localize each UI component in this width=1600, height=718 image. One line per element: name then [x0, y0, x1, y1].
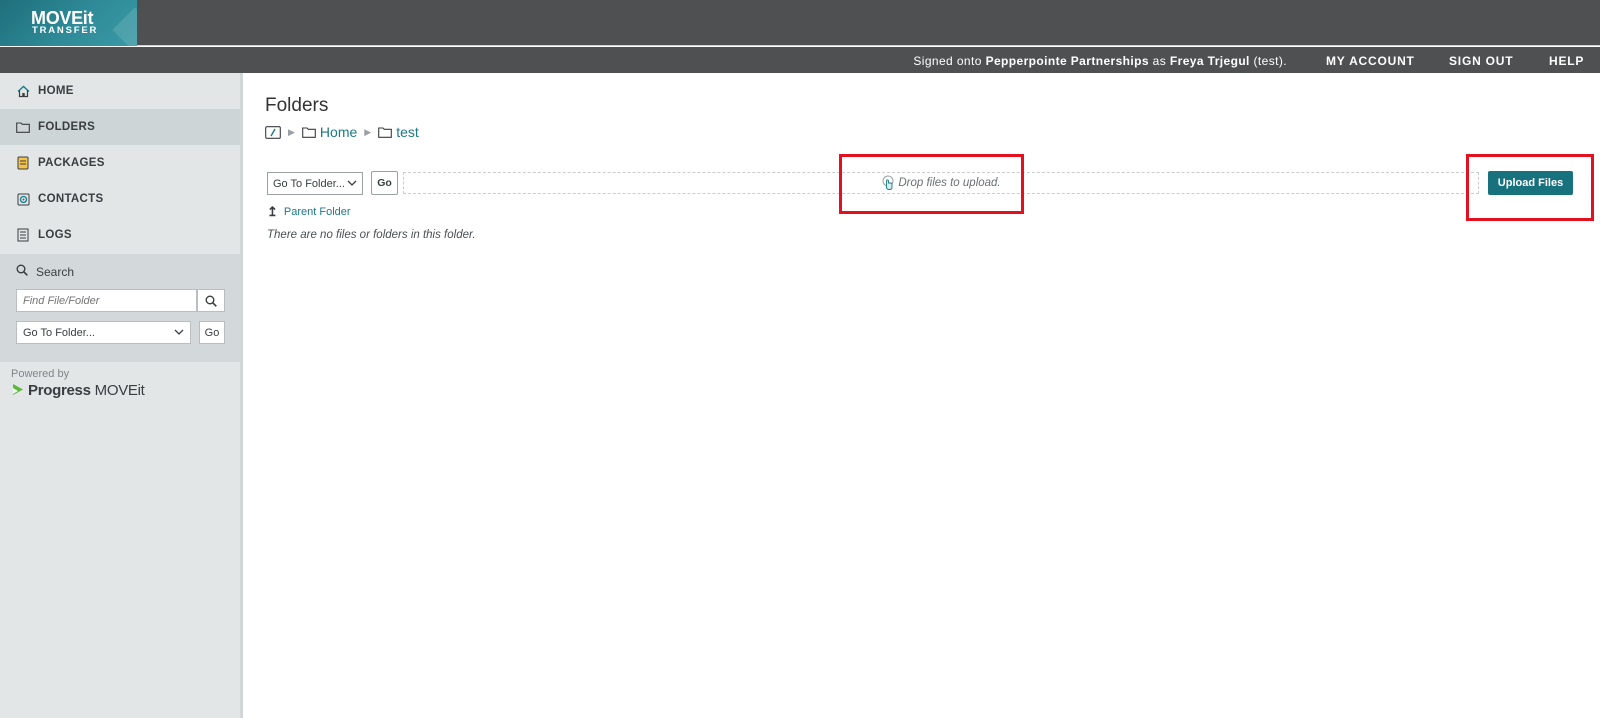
breadcrumb-separator-icon: ▶ — [288, 126, 295, 137]
sidebar-item-logs[interactable]: LOGS — [0, 217, 240, 253]
home-icon — [16, 84, 30, 98]
sidebar-go-button[interactable]: Go — [199, 321, 225, 344]
breadcrumb: ▶ Home ▶ test — [265, 124, 419, 140]
sidebar-item-contacts[interactable]: CONTACTS — [0, 181, 240, 217]
search-icon — [16, 264, 28, 279]
sidebar-item-packages[interactable]: PACKAGES — [0, 145, 240, 181]
breadcrumb-test-link[interactable]: test — [396, 124, 419, 140]
status-bar: Signed onto Pepperpointe Partnerships as… — [0, 47, 1600, 73]
find-file-folder-input[interactable] — [16, 289, 197, 312]
signed-on-text: Signed onto Pepperpointe Partnerships as… — [913, 54, 1287, 68]
parent-folder-link[interactable]: ↥ Parent Folder — [267, 204, 351, 220]
org-name: Pepperpointe Partnerships — [985, 54, 1149, 68]
progress-brand-text: Progress — [28, 382, 91, 399]
sidebar-item-label: LOGS — [38, 229, 72, 241]
contacts-icon — [16, 192, 30, 206]
sidebar-item-home[interactable]: HOME — [0, 73, 240, 109]
root-folder-icon[interactable] — [265, 125, 281, 139]
my-account-link[interactable]: MY ACCOUNT — [1326, 54, 1415, 68]
page-title: Folders — [265, 95, 329, 116]
highlight-box-drop-zone — [839, 154, 1024, 214]
sidebar-item-folders[interactable]: FOLDERS — [0, 109, 240, 145]
package-icon — [16, 156, 30, 170]
moveit-logo[interactable]: MOVEit TRANSFER — [0, 0, 137, 46]
help-link[interactable]: HELP — [1549, 54, 1584, 68]
folder-icon — [16, 120, 30, 134]
powered-by-text: Powered by — [11, 368, 70, 380]
progress-logo-icon — [13, 384, 23, 395]
go-button[interactable]: Go — [371, 171, 398, 195]
progress-moveit-logo: Progress MOVEit — [11, 382, 145, 399]
chevron-down-icon — [174, 329, 184, 335]
breadcrumb-home-link[interactable]: Home — [320, 124, 357, 140]
folder-icon — [302, 126, 316, 138]
logo-subtitle: TRANSFER — [32, 25, 99, 36]
empty-folder-message: There are no files or folders in this fo… — [267, 229, 476, 241]
sidebar-search-section: Search Go To Folder... Go — [0, 254, 240, 362]
sidebar-item-label: HOME — [38, 85, 74, 97]
sidebar-item-label: PACKAGES — [38, 157, 105, 169]
top-banner: MOVEit TRANSFER — [0, 0, 1600, 46]
goto-folder-select[interactable]: Go To Folder... — [267, 172, 363, 195]
highlight-box-upload-button — [1466, 154, 1594, 221]
moveit-brand-text: MOVEit — [94, 382, 145, 399]
up-arrow-icon: ↥ — [267, 204, 278, 219]
sidebar-goto-folder-select[interactable]: Go To Folder... — [16, 321, 191, 344]
search-heading: Search — [16, 264, 74, 279]
folder-icon — [378, 126, 393, 138]
breadcrumb-separator-icon: ▶ — [364, 126, 372, 137]
sidebar-item-label: CONTACTS — [38, 193, 104, 205]
search-submit-button[interactable] — [197, 289, 225, 312]
sidebar-item-label: FOLDERS — [38, 121, 96, 133]
search-icon — [205, 295, 217, 307]
user-name: Freya Trjegul — [1169, 54, 1250, 68]
logs-icon — [16, 228, 30, 242]
sign-out-link[interactable]: SIGN OUT — [1449, 54, 1513, 68]
sidebar: HOME FOLDERS PACKAGES CONTACTS LOGS Sear… — [0, 73, 243, 718]
chevron-down-icon — [347, 180, 357, 186]
